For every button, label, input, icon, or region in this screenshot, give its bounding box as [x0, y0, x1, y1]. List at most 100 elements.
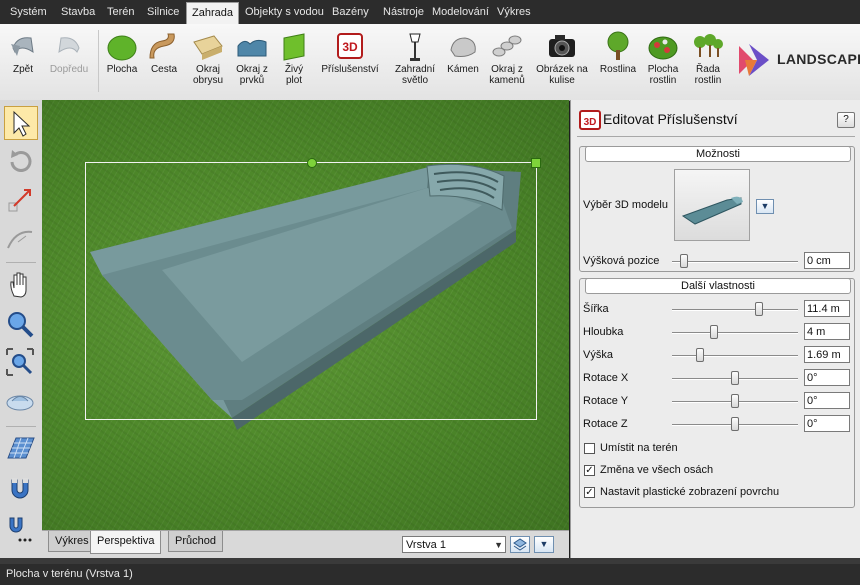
rotation-y-field[interactable]: 0°: [804, 392, 850, 409]
menu-system[interactable]: Systém: [10, 0, 47, 24]
stone-edge-button[interactable]: Okraj z kamenů: [487, 30, 527, 86]
selection-box[interactable]: [85, 158, 541, 420]
resize-handle[interactable]: [531, 158, 541, 168]
ribbon-separator: [98, 30, 99, 92]
grid-icon: [7, 437, 35, 459]
help-button[interactable]: ?: [837, 112, 855, 128]
stone-edge-icon: [491, 30, 523, 62]
layers-icon: [513, 538, 527, 551]
accessories-button[interactable]: 3D Příslušenství: [316, 30, 384, 75]
zoom-extents-button[interactable]: [4, 346, 38, 380]
accessories-3d-icon: 3D: [334, 30, 366, 62]
ribbon-toolbar: Zpět Dopředu Plocha Cesta Okraj obrysu O…: [0, 24, 860, 101]
landscape-logo: LANDSCAPE D: [735, 40, 860, 80]
menu-vykres[interactable]: Výkres: [497, 0, 531, 24]
tab-perspektiva[interactable]: Perspektiva: [90, 531, 162, 554]
hedge-button[interactable]: Živý plot: [278, 30, 310, 86]
layer-manager-button[interactable]: [510, 536, 530, 553]
menu-zahrada[interactable]: Zahrada: [186, 2, 239, 25]
rotation-y-label: Rotace Y: [583, 395, 629, 407]
area-button[interactable]: Plocha: [103, 30, 141, 75]
rotation-x-slider-thumb[interactable]: [731, 371, 739, 385]
menu-objekty-s-vodou[interactable]: Objekty s vodou: [245, 0, 324, 24]
zoom-extents-icon: [6, 348, 34, 376]
logo-text: LANDSCAPE D: [777, 51, 860, 67]
layer-dropdown-button[interactable]: ▼: [534, 536, 554, 553]
height-position-slider-thumb[interactable]: [680, 254, 689, 268]
height-field[interactable]: 1.69 m: [804, 346, 850, 363]
all-axes-label: Změna ve všech osách: [600, 464, 714, 476]
select-arrow-icon: [13, 110, 31, 137]
width-field[interactable]: 11.4 m: [804, 300, 850, 317]
element-edge-button[interactable]: Okraj z prvků: [232, 30, 272, 86]
path-icon: [148, 30, 180, 62]
chevron-down-icon: ▼: [539, 539, 549, 549]
plant-area-button[interactable]: Plocha rostlin: [643, 30, 683, 86]
height-position-label: Výšková pozice: [583, 255, 660, 267]
undo-button[interactable]: Zpět: [6, 30, 40, 75]
depth-field[interactable]: 4 m: [804, 323, 850, 340]
rotation-handle[interactable]: [307, 158, 317, 168]
chevron-down-icon: ▼: [494, 540, 503, 550]
tab-vykres[interactable]: Výkres: [48, 531, 96, 552]
plastic-surface-checkbox[interactable]: ✓: [584, 487, 595, 498]
perspective-viewport[interactable]: [42, 100, 569, 530]
redo-icon: [53, 30, 85, 62]
zoom-tool-button[interactable]: [4, 308, 38, 342]
select-tool-button[interactable]: [4, 106, 38, 140]
zoom-icon: [8, 312, 34, 338]
model-dropdown-button[interactable]: ▼: [756, 199, 774, 214]
scale-icon: [8, 189, 31, 212]
depth-slider-thumb[interactable]: [709, 325, 718, 339]
plant-button[interactable]: Rostlina: [598, 30, 638, 75]
height-slider-thumb[interactable]: [695, 348, 704, 362]
properties-panel: 3D Editovat Příslušenství ? Možnosti Výb…: [570, 100, 860, 558]
rotate-tool-button[interactable]: [4, 146, 38, 180]
outline-edge-button[interactable]: Okraj obrysu: [188, 30, 228, 86]
height-slider-track[interactable]: [672, 355, 798, 357]
model-preview[interactable]: [674, 169, 750, 241]
orbit-tool-button[interactable]: [4, 386, 38, 420]
stone-button[interactable]: Kámen: [445, 30, 481, 75]
redo-button[interactable]: Dopředu: [44, 30, 94, 75]
pan-tool-button[interactable]: [4, 268, 38, 302]
depth-label: Hloubka: [583, 326, 624, 338]
scale-tool-button[interactable]: [4, 184, 38, 218]
rotation-z-field[interactable]: 0°: [804, 415, 850, 432]
menu-bazeny[interactable]: Bazény: [332, 0, 369, 24]
panel-divider: [577, 136, 855, 137]
tab-pruchod[interactable]: Průchod: [168, 531, 223, 552]
snap-more-button[interactable]: [4, 512, 38, 546]
svg-text:3D: 3D: [342, 40, 358, 54]
width-label: Šířka: [583, 303, 609, 315]
plant-row-button[interactable]: Řada rostlin: [688, 30, 728, 86]
panel-title: Editovat Příslušenství: [603, 111, 738, 127]
menu-teren[interactable]: Terén: [107, 0, 135, 24]
menu-modelovani[interactable]: Modelování: [432, 0, 489, 24]
rotation-z-slider-thumb[interactable]: [731, 417, 739, 431]
width-slider-track[interactable]: [672, 309, 798, 311]
depth-slider-track[interactable]: [672, 332, 798, 334]
curve-tool-button[interactable]: [4, 222, 38, 256]
menu-silnice[interactable]: Silnice: [147, 0, 179, 24]
magnet-tool-button[interactable]: [4, 472, 38, 506]
menu-nastroje[interactable]: Nástroje: [383, 0, 424, 24]
place-on-terrain-checkbox[interactable]: [584, 443, 595, 454]
grid-tool-button[interactable]: [4, 432, 38, 466]
outline-edge-icon: [192, 30, 224, 62]
garden-light-button[interactable]: Zahradní světlo: [390, 30, 440, 86]
backdrop-image-button[interactable]: Obrázek na kulise: [532, 30, 592, 86]
rotate-icon: [10, 150, 32, 172]
menu-stavba[interactable]: Stavba: [61, 0, 95, 24]
all-axes-checkbox[interactable]: ✓: [584, 465, 595, 476]
width-slider-thumb[interactable]: [754, 302, 763, 316]
rotation-x-field[interactable]: 0°: [804, 369, 850, 386]
rotation-y-slider-thumb[interactable]: [731, 394, 739, 408]
toolbar-separator: [6, 426, 36, 427]
height-position-slider-track[interactable]: [672, 261, 798, 263]
toolbar-separator: [6, 262, 36, 263]
view-bar: Výkres Perspektiva Průchod Vrstva 1 ▼ ▼: [42, 530, 569, 559]
path-button[interactable]: Cesta: [146, 30, 182, 75]
height-position-field[interactable]: 0 cm: [804, 252, 850, 269]
layer-select[interactable]: Vrstva 1 ▼: [402, 536, 506, 553]
